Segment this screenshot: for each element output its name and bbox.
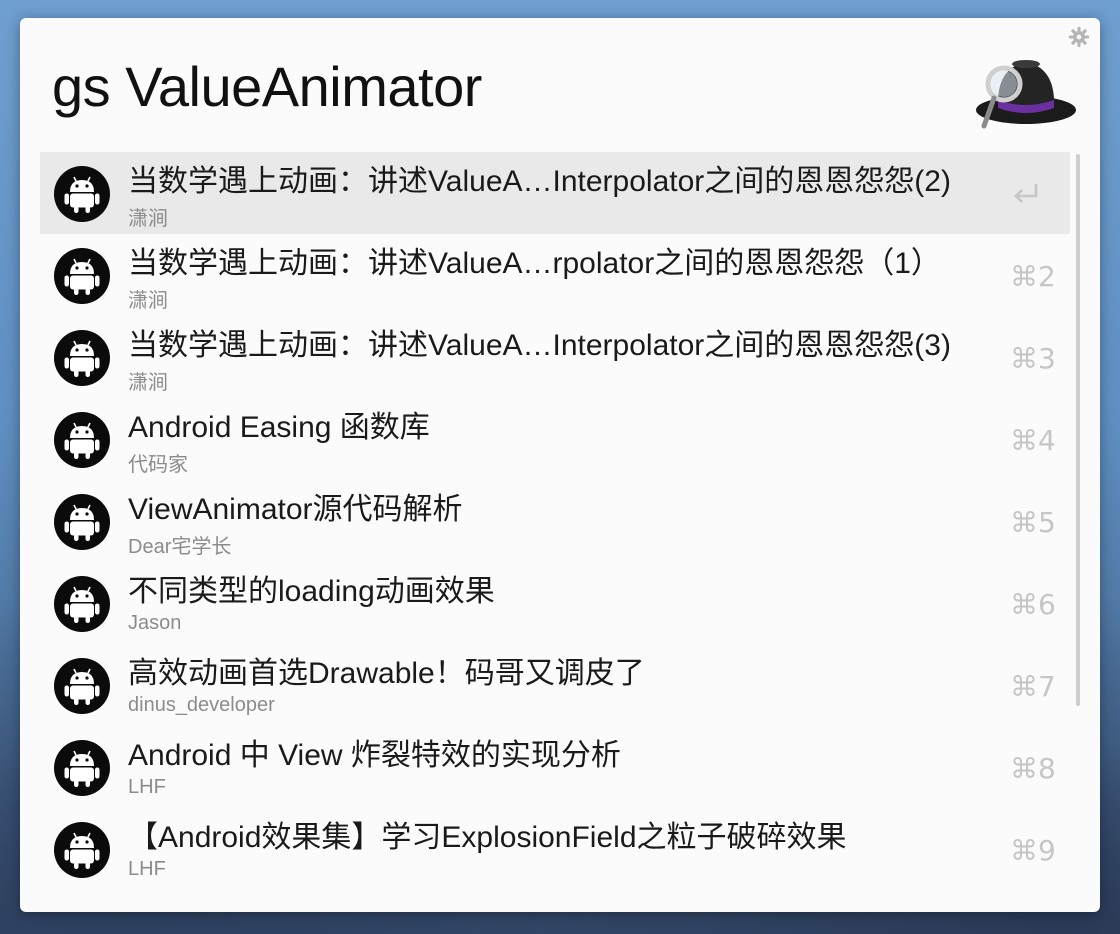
return-icon xyxy=(1014,184,1038,203)
result-row[interactable]: Android 中 View 炸裂特效的实现分析 LHF ⌘8 xyxy=(40,726,1070,808)
android-icon xyxy=(54,494,110,550)
result-subtitle: Dear宅学长 xyxy=(128,536,232,558)
result-title: 不同类型的loading动画效果 xyxy=(128,575,495,608)
result-subtitle: 潇涧 xyxy=(128,372,168,394)
search-input[interactable]: gs ValueAnimator xyxy=(52,54,482,119)
alfred-window: gs ValueAnimator 当数学遇上动画：讲述ValueA…Interp… xyxy=(20,18,1100,912)
result-shortcut: ⌘5 xyxy=(1010,506,1056,539)
result-shortcut: ⌘4 xyxy=(1010,424,1056,457)
alfred-hat-logo xyxy=(976,60,1076,129)
result-title: 当数学遇上动画：讲述ValueA…Interpolator之间的恩恩怨怨(3) xyxy=(128,329,951,362)
android-icon xyxy=(54,248,110,304)
result-shortcut: ⌘3 xyxy=(1010,342,1056,375)
android-icon xyxy=(54,658,110,714)
android-icon xyxy=(54,740,110,796)
result-title: Android Easing 函数库 xyxy=(128,411,430,444)
scrollbar[interactable] xyxy=(1076,154,1080,706)
result-title: 【Android效果集】学习ExplosionField之粒子破碎效果 xyxy=(128,821,847,854)
result-row[interactable]: Android Easing 函数库 代码家 ⌘4 xyxy=(40,398,1070,480)
result-subtitle: LHF xyxy=(128,858,166,880)
android-icon xyxy=(54,412,110,468)
result-subtitle: 潇涧 xyxy=(128,208,168,230)
result-row[interactable]: 当数学遇上动画：讲述ValueA…Interpolator之间的恩恩怨怨(2) … xyxy=(40,152,1070,234)
result-shortcut: ⌘7 xyxy=(1010,670,1056,703)
result-row[interactable]: 【Android效果集】学习ExplosionField之粒子破碎效果 LHF … xyxy=(40,808,1070,890)
android-icon xyxy=(54,330,110,386)
result-shortcut: ⌘2 xyxy=(1010,260,1056,293)
result-row[interactable]: 当数学遇上动画：讲述ValueA…Interpolator之间的恩恩怨怨(3) … xyxy=(40,316,1070,398)
result-shortcut: ⌘9 xyxy=(1010,834,1056,867)
result-subtitle: LHF xyxy=(128,776,166,798)
results-list: 当数学遇上动画：讲述ValueA…Interpolator之间的恩恩怨怨(2) … xyxy=(40,152,1070,890)
android-icon xyxy=(54,822,110,878)
result-row[interactable]: 高效动画首选Drawable！码哥又调皮了 dinus_developer ⌘7 xyxy=(40,644,1070,726)
result-title: ViewAnimator源代码解析 xyxy=(128,493,463,526)
result-row[interactable]: ViewAnimator源代码解析 Dear宅学长 ⌘5 xyxy=(40,480,1070,562)
result-title: 高效动画首选Drawable！码哥又调皮了 xyxy=(128,657,645,690)
result-subtitle: dinus_developer xyxy=(128,694,275,716)
result-title: 当数学遇上动画：讲述ValueA…Interpolator之间的恩恩怨怨(2) xyxy=(128,165,951,198)
android-icon xyxy=(54,166,110,222)
result-subtitle: 代码家 xyxy=(128,454,188,476)
result-shortcut: ⌘6 xyxy=(1010,588,1056,621)
result-row[interactable]: 当数学遇上动画：讲述ValueA…rpolator之间的恩恩怨怨（1） 潇涧 ⌘… xyxy=(40,234,1070,316)
result-row[interactable]: 不同类型的loading动画效果 Jason ⌘6 xyxy=(40,562,1070,644)
android-icon xyxy=(54,576,110,632)
result-title: 当数学遇上动画：讲述ValueA…rpolator之间的恩恩怨怨（1） xyxy=(128,247,941,280)
result-subtitle: 潇涧 xyxy=(128,290,168,312)
gear-icon[interactable] xyxy=(1068,26,1090,48)
result-shortcut: ⌘8 xyxy=(1010,752,1056,785)
result-subtitle: Jason xyxy=(128,612,182,634)
result-title: Android 中 View 炸裂特效的实现分析 xyxy=(128,739,621,772)
